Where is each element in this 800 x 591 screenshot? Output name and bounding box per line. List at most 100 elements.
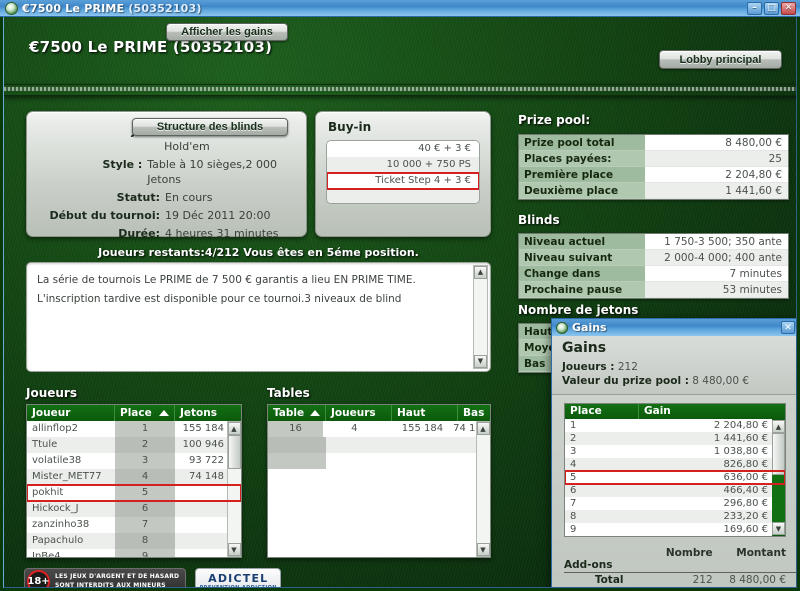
gains-prize-value: 8 480,00 €: [692, 375, 750, 387]
info-label: Style :: [102, 158, 143, 171]
info-label: Durée:: [118, 227, 160, 240]
column-header-place[interactable]: Place: [115, 405, 175, 421]
column-header-jetons[interactable]: Jetons: [175, 405, 241, 421]
scroll-up-icon[interactable]: ▲: [474, 266, 487, 279]
afficher-les-gains-button[interactable]: Afficher les gains: [166, 23, 288, 41]
gains-dialog-close-button[interactable]: ✕: [781, 321, 795, 334]
buyin-card: Buy-in 40 € + 3 € 10 000 + 750 PS Ticket…: [315, 111, 491, 237]
cell-place: 2: [570, 433, 577, 444]
gains-dialog: Gains ✕ Gains Joueurs : 212 Valeur du pr…: [551, 318, 796, 587]
table-row: Change dans 7 minutes: [519, 266, 788, 282]
column-header-table[interactable]: Table: [268, 405, 326, 421]
cell-gain: 636,00 €: [723, 472, 768, 483]
scroll-track[interactable]: [474, 279, 487, 355]
age-restriction-text: LES JEUX D'ARGENT ET DE HASARD SONT INTE…: [55, 573, 180, 587]
table-row[interactable]: InBe4 9: [27, 549, 241, 557]
cell-place: 6: [570, 485, 577, 496]
scroll-up-icon[interactable]: ▲: [476, 422, 490, 435]
table-row[interactable]: 7 296,80 €: [565, 497, 785, 510]
footer-logos: 18+ LES JEUX D'ARGENT ET DE HASARD SONT …: [24, 568, 282, 587]
structure-des-blinds-button[interactable]: Structure des blinds: [132, 118, 288, 136]
table-row[interactable]: 4 826,80 €: [565, 458, 785, 471]
table-row[interactable]: 8 233,20 €: [565, 510, 785, 523]
close-button[interactable]: ✕: [781, 1, 796, 15]
table-row[interactable]: 9 169,60 €: [565, 523, 785, 536]
adictel-logo: ADICTEL PREVENTION ADDICTION: [195, 568, 282, 587]
column-header-bas[interactable]: Bas: [458, 405, 490, 421]
table-row[interactable]: 1 2 204,80 €: [565, 419, 785, 432]
prize-pool-table: Prize pool total 8 480,00 € Places payée…: [518, 134, 789, 200]
table-row[interactable]: Hickock_J 6: [27, 501, 241, 517]
buyin-row-empty: [327, 189, 479, 203]
row-value: 1 441,60 €: [645, 183, 788, 199]
buyin-row: 40 € + 3 €: [327, 141, 479, 157]
cell-joueur: Papachulo: [32, 535, 84, 546]
totals-total-nombre: 212: [692, 574, 713, 586]
lobby-principal-button[interactable]: Lobby principal: [659, 50, 782, 69]
cell-place: 4: [115, 469, 175, 485]
scroll-thumb[interactable]: [227, 435, 241, 469]
blinds-table: Niveau actuel 1 750-3 500; 350 ante Nive…: [518, 233, 789, 299]
info-value: 19 Déc 2011 20:00: [165, 209, 271, 222]
tournament-description-box: La série de tournois Le PRIME de 7 500 €…: [26, 262, 491, 372]
scroll-thumb[interactable]: [772, 433, 785, 475]
cell-gain: 233,20 €: [723, 511, 768, 522]
window-titlebar: €7500 Le PRIME (50352103) – □ ✕: [0, 0, 800, 17]
cell-place: 1: [570, 420, 577, 431]
column-header-place[interactable]: Place: [565, 404, 639, 419]
column-header-haut[interactable]: Haut: [392, 405, 458, 421]
table-row-highlighted[interactable]: pokhit 5: [27, 484, 241, 502]
joueurs-grid: Joueur Place Jetons allinflop2 1 155 184…: [26, 404, 242, 558]
cell-gain: 466,40 €: [723, 485, 768, 496]
joueurs-section-title: Joueurs: [26, 386, 77, 400]
scroll-track[interactable]: [476, 435, 490, 543]
scroll-down-icon[interactable]: ▼: [227, 543, 241, 556]
table-row[interactable]: zanzinho38 7: [27, 517, 241, 533]
totals-addons-row: Add-ons: [564, 559, 786, 571]
description-scrollbar[interactable]: ▲ ▼: [473, 265, 488, 369]
age-text-line-1: LES JEUX D'ARGENT ET DE HASARD: [55, 573, 180, 580]
table-row[interactable]: 16 4 155 184 74 148: [268, 421, 490, 437]
info-value: En cours: [165, 191, 213, 204]
cell-joueur: allinflop2: [32, 423, 78, 434]
row-value: 7 minutes: [645, 266, 788, 282]
column-header-joueurs[interactable]: Joueurs: [326, 405, 392, 421]
scroll-down-icon[interactable]: ▼: [476, 543, 490, 556]
maximize-button[interactable]: □: [764, 1, 779, 15]
column-header-joueur[interactable]: Joueur: [27, 405, 115, 421]
table-row[interactable]: volatile38 3 93 722: [27, 453, 241, 469]
row-value: 2 204,80 €: [645, 167, 788, 183]
table-row[interactable]: Mister_MET77 4 74 148: [27, 469, 241, 485]
info-value: Table à 10 sièges,2 000 Jetons: [147, 158, 277, 186]
table-row[interactable]: allinflop2 1 155 184: [27, 421, 241, 437]
minimize-button[interactable]: –: [747, 1, 762, 15]
gains-prize-label: Valeur du prize pool :: [562, 375, 689, 387]
column-header-gain[interactable]: Gain: [639, 404, 775, 419]
table-row[interactable]: 6 466,40 €: [565, 484, 785, 497]
row-value: 2 000-4 000; 400 ante: [645, 250, 788, 266]
tables-scrollbar[interactable]: ▲ ▼: [476, 421, 490, 557]
buyin-title: Buy-in: [328, 120, 372, 134]
cell-joueur: Mister_MET77: [32, 471, 102, 482]
table-row-highlighted[interactable]: 5 636,00 €: [565, 470, 785, 485]
table-row[interactable]: 2 1 441,60 €: [565, 432, 785, 445]
sort-ascending-icon: [310, 410, 320, 416]
cell-jetons: 74 148: [189, 471, 224, 482]
cell-place: 9: [570, 524, 577, 535]
table-row[interactable]: Ttule 2 100 946: [27, 437, 241, 453]
buyin-row: 10 000 + 750 PS: [327, 157, 479, 173]
scroll-down-icon[interactable]: ▼: [772, 522, 785, 535]
scroll-up-icon[interactable]: ▲: [772, 420, 785, 433]
table-row[interactable]: Papachulo 8: [27, 533, 241, 549]
adictel-name: ADICTEL: [208, 571, 269, 585]
cell-table: 16: [268, 421, 324, 437]
table-row[interactable]: 3 1 038,80 €: [565, 445, 785, 458]
tables-section-title: Tables: [267, 386, 310, 400]
cell-place: 4: [570, 459, 577, 470]
column-header-table-label: Table: [273, 407, 305, 419]
row-value: 1 750-3 500; 350 ante: [645, 234, 788, 250]
totals-addons-label: Add-ons: [564, 559, 613, 571]
scroll-down-icon[interactable]: ▼: [474, 355, 487, 368]
cell-joueur: zanzinho38: [32, 519, 90, 530]
scroll-up-icon[interactable]: ▲: [227, 422, 241, 435]
